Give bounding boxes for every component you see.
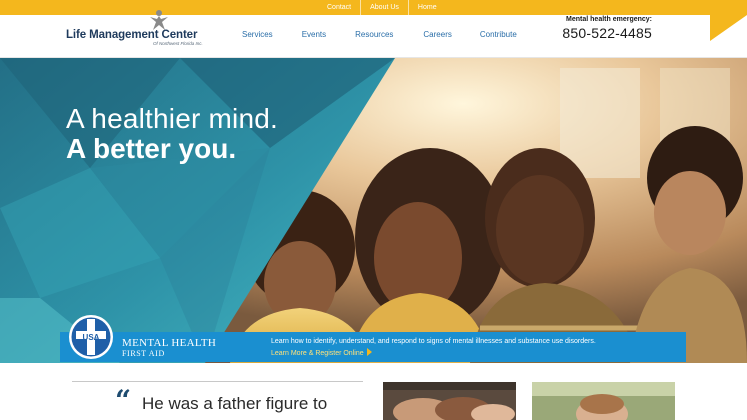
contact-link[interactable]: Contact: [318, 0, 360, 15]
corner-accent-triangle: [710, 15, 747, 41]
hero-headline-line2: A better you.: [66, 133, 237, 164]
mhfa-badge-text: USA: [82, 333, 100, 342]
nav-careers[interactable]: Careers: [423, 30, 451, 39]
main-nav: Services Events Resources Careers Contri…: [242, 30, 547, 39]
emergency-phone[interactable]: 850-522-4485: [552, 25, 652, 41]
outdoor-person-photo[interactable]: [532, 382, 675, 420]
logo-subtitle: Of Northwest Florida Inc.: [153, 41, 203, 46]
site-header: Life Management Center Of Northwest Flor…: [0, 10, 747, 58]
top-utility-bar: Contact About Us Home: [0, 0, 747, 15]
play-arrow-icon: [366, 348, 372, 356]
home-link[interactable]: Home: [407, 0, 446, 15]
mhfa-title: MENTAL HEALTH: [122, 337, 217, 349]
mhfa-description: Learn how to identify, understand, and r…: [271, 338, 596, 345]
nav-events[interactable]: Events: [302, 30, 326, 39]
emergency-contact: Mental health emergency: 850-522-4485: [552, 16, 652, 41]
testimonial-divider: [72, 381, 363, 382]
logo-name: Life Management Center: [66, 29, 198, 41]
mental-health-first-aid-banner[interactable]: USA MENTAL HEALTH FIRST AID Learn how to…: [60, 315, 686, 362]
mhfa-register-link[interactable]: Learn More & Register Online: [271, 348, 372, 357]
nav-services[interactable]: Services: [242, 30, 273, 39]
hero-headline-line1: A healthier mind.: [66, 103, 278, 134]
mhfa-register-label: Learn More & Register Online: [271, 350, 364, 357]
testimonial-line1: He was a father figure to: [142, 394, 328, 413]
emergency-label: Mental health emergency:: [566, 16, 652, 23]
mhfa-badge-text-wrap: USA: [67, 313, 115, 361]
nav-contribute[interactable]: Contribute: [480, 30, 517, 39]
site-logo[interactable]: Life Management Center Of Northwest Flor…: [66, 10, 216, 58]
mhfa-subtitle: FIRST AID: [122, 349, 165, 358]
hands-together-photo[interactable]: [383, 382, 516, 420]
quote-mark-icon: “: [115, 384, 132, 417]
about-us-link[interactable]: About Us: [360, 0, 408, 15]
logo-figure-icon: [150, 10, 168, 30]
nav-resources[interactable]: Resources: [355, 30, 393, 39]
utility-links: Contact About Us Home: [318, 0, 446, 15]
